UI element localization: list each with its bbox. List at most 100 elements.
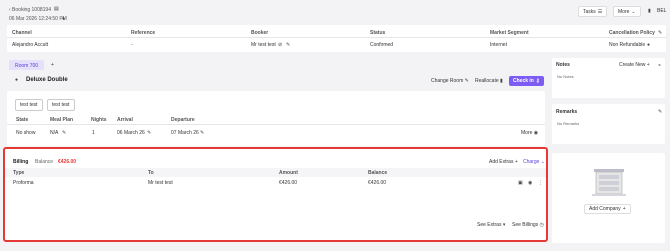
charge-label: Charge: [523, 159, 540, 165]
create-note-button[interactable]: Create New +: [619, 62, 650, 68]
col-nights: Nights: [91, 117, 107, 123]
col-type: Type: [13, 170, 25, 176]
col-reference: Reference: [131, 30, 156, 36]
add-company-button[interactable]: Add Company +: [584, 204, 631, 214]
col-balance: Balance: [368, 170, 388, 176]
balance-value: €426.00: [58, 159, 77, 165]
booker-value[interactable]: Mr test test: [251, 42, 276, 48]
chevron-down-icon: ⌄: [631, 8, 636, 15]
see-extras-label: See Extras: [477, 222, 502, 228]
plus-icon: +: [646, 62, 650, 68]
key-icon: ⚷: [535, 78, 540, 84]
col-cancel: Cancellation Policy: [609, 30, 655, 36]
col-meal: Meal Plan: [50, 117, 74, 123]
eye-icon: ◉: [533, 130, 539, 136]
remarks-title: Remarks: [556, 109, 578, 115]
tasks-button[interactable]: Tasks ☰: [578, 6, 608, 17]
cart-icon: ▾: [502, 222, 506, 228]
company-illustration-icon: [592, 169, 626, 196]
company-panel: Add Company +: [552, 153, 665, 243]
change-room-button[interactable]: Change Room ✎: [431, 78, 469, 84]
billing-icon: ◷: [539, 222, 544, 228]
edit-arrival-icon[interactable]: ✎: [147, 130, 151, 136]
billing-title: Billing: [13, 159, 29, 165]
right-label: BEL: [657, 8, 667, 14]
balance-label: Balance: [35, 159, 54, 165]
edit-icon: ✎: [464, 78, 469, 84]
booking-link[interactable]: ‹ Booking 1008194: [9, 7, 51, 13]
change-room-label: Change Room: [431, 78, 464, 84]
door-icon: ▮: [500, 78, 503, 84]
more-button[interactable]: More ⌄: [613, 6, 641, 17]
edit-booker-icon[interactable]: ✎: [286, 42, 290, 48]
add-room-tab[interactable]: +: [51, 62, 54, 68]
check-in-button[interactable]: Check in ⚷: [509, 76, 544, 86]
notes-title: Notes: [556, 62, 570, 68]
eye-icon[interactable]: ◉: [528, 180, 532, 186]
add-extras-button[interactable]: Add Extras +: [489, 159, 518, 165]
plus-icon: +: [514, 159, 518, 165]
cancel-value: Non Refundable: [609, 42, 646, 48]
status-value: Confirmed: [370, 42, 394, 48]
col-channel: Channel: [12, 30, 32, 36]
bed-icon: ●: [15, 77, 19, 83]
booking-table: Channel Reference Booker Status Market S…: [7, 25, 666, 52]
remarks-panel: Remarks ✎ No Remarks: [552, 104, 665, 144]
more-vertical-icon[interactable]: ⋮: [538, 180, 543, 186]
reallocate-label: Reallocate: [475, 78, 499, 84]
bill-type: Proforma: [13, 180, 34, 186]
create-note-label: Create New: [619, 62, 646, 68]
market-value: Internet: [490, 42, 507, 48]
arrival-value[interactable]: 06 March 26: [117, 130, 145, 136]
bill-balance: €426.00: [368, 180, 387, 186]
print-icon[interactable]: ▣: [518, 180, 523, 186]
notes-empty: No Notes: [557, 74, 574, 79]
tasks-label: Tasks: [583, 8, 596, 15]
add-company-label: Add Company: [589, 206, 621, 212]
link-icon[interactable]: ⊘: [278, 42, 282, 48]
col-market: Market Segment: [490, 30, 529, 36]
charge-button[interactable]: Charge ⌄: [523, 159, 545, 165]
settings-icon[interactable]: ◒: [658, 62, 661, 68]
plus-icon: +: [622, 206, 626, 212]
col-to: To: [148, 170, 154, 176]
see-billings-button[interactable]: See Billings ◷: [512, 222, 544, 228]
edit-icon[interactable]: ✎: [658, 30, 662, 36]
notes-panel: Notes Create New + ◒ No Notes: [552, 58, 665, 98]
remarks-empty: No Remarks: [557, 121, 580, 126]
edit-departure-icon[interactable]: ✎: [200, 130, 204, 136]
col-arrival: Arrival: [117, 117, 133, 123]
nights-value: 1: [92, 130, 95, 136]
see-billings-label: See Billings: [512, 222, 539, 228]
col-departure: Departure: [171, 117, 195, 123]
add-extras-label: Add Extras: [489, 159, 514, 165]
edit-meal-icon[interactable]: ✎: [62, 130, 66, 136]
more-label: More: [618, 8, 630, 15]
edit-icon[interactable]: ✎: [658, 109, 662, 115]
billing-panel: Billing Balance €426.00 Add Extras + Cha…: [3, 147, 548, 242]
guest-tag[interactable]: test test: [47, 99, 75, 111]
state-value: No show: [16, 130, 36, 136]
reference-value: -: [131, 42, 133, 48]
chevron-down-icon: ⌄: [540, 159, 545, 165]
copy-icon[interactable]: ▤: [54, 6, 59, 12]
trash-icon[interactable]: ▮: [648, 8, 651, 14]
list-icon: ☰: [597, 8, 603, 15]
col-state: State: [16, 117, 29, 123]
meal-value[interactable]: N/A: [50, 130, 58, 136]
room-name: Deluxe Double: [26, 77, 68, 83]
bill-amount: €426.00: [279, 180, 298, 186]
bill-to: Mr test test: [148, 180, 173, 186]
guest-tag[interactable]: test test: [15, 99, 43, 111]
check-in-label: Check in: [513, 78, 534, 84]
col-booker: Booker: [251, 30, 269, 36]
departure-value[interactable]: 07 March 26: [171, 130, 199, 136]
room-more-label: More: [521, 130, 533, 136]
room-more-button[interactable]: More ◉: [521, 130, 538, 136]
col-status: Status: [370, 30, 386, 36]
col-amount: Amount: [279, 170, 298, 176]
booking-date: 06 Mar 2026 12:24:50 PM: [9, 16, 67, 22]
see-extras-button[interactable]: See Extras ▾: [477, 222, 505, 228]
channel-value: Alejandro Accutt: [12, 42, 49, 48]
reallocate-button[interactable]: Reallocate ▮: [475, 78, 503, 84]
